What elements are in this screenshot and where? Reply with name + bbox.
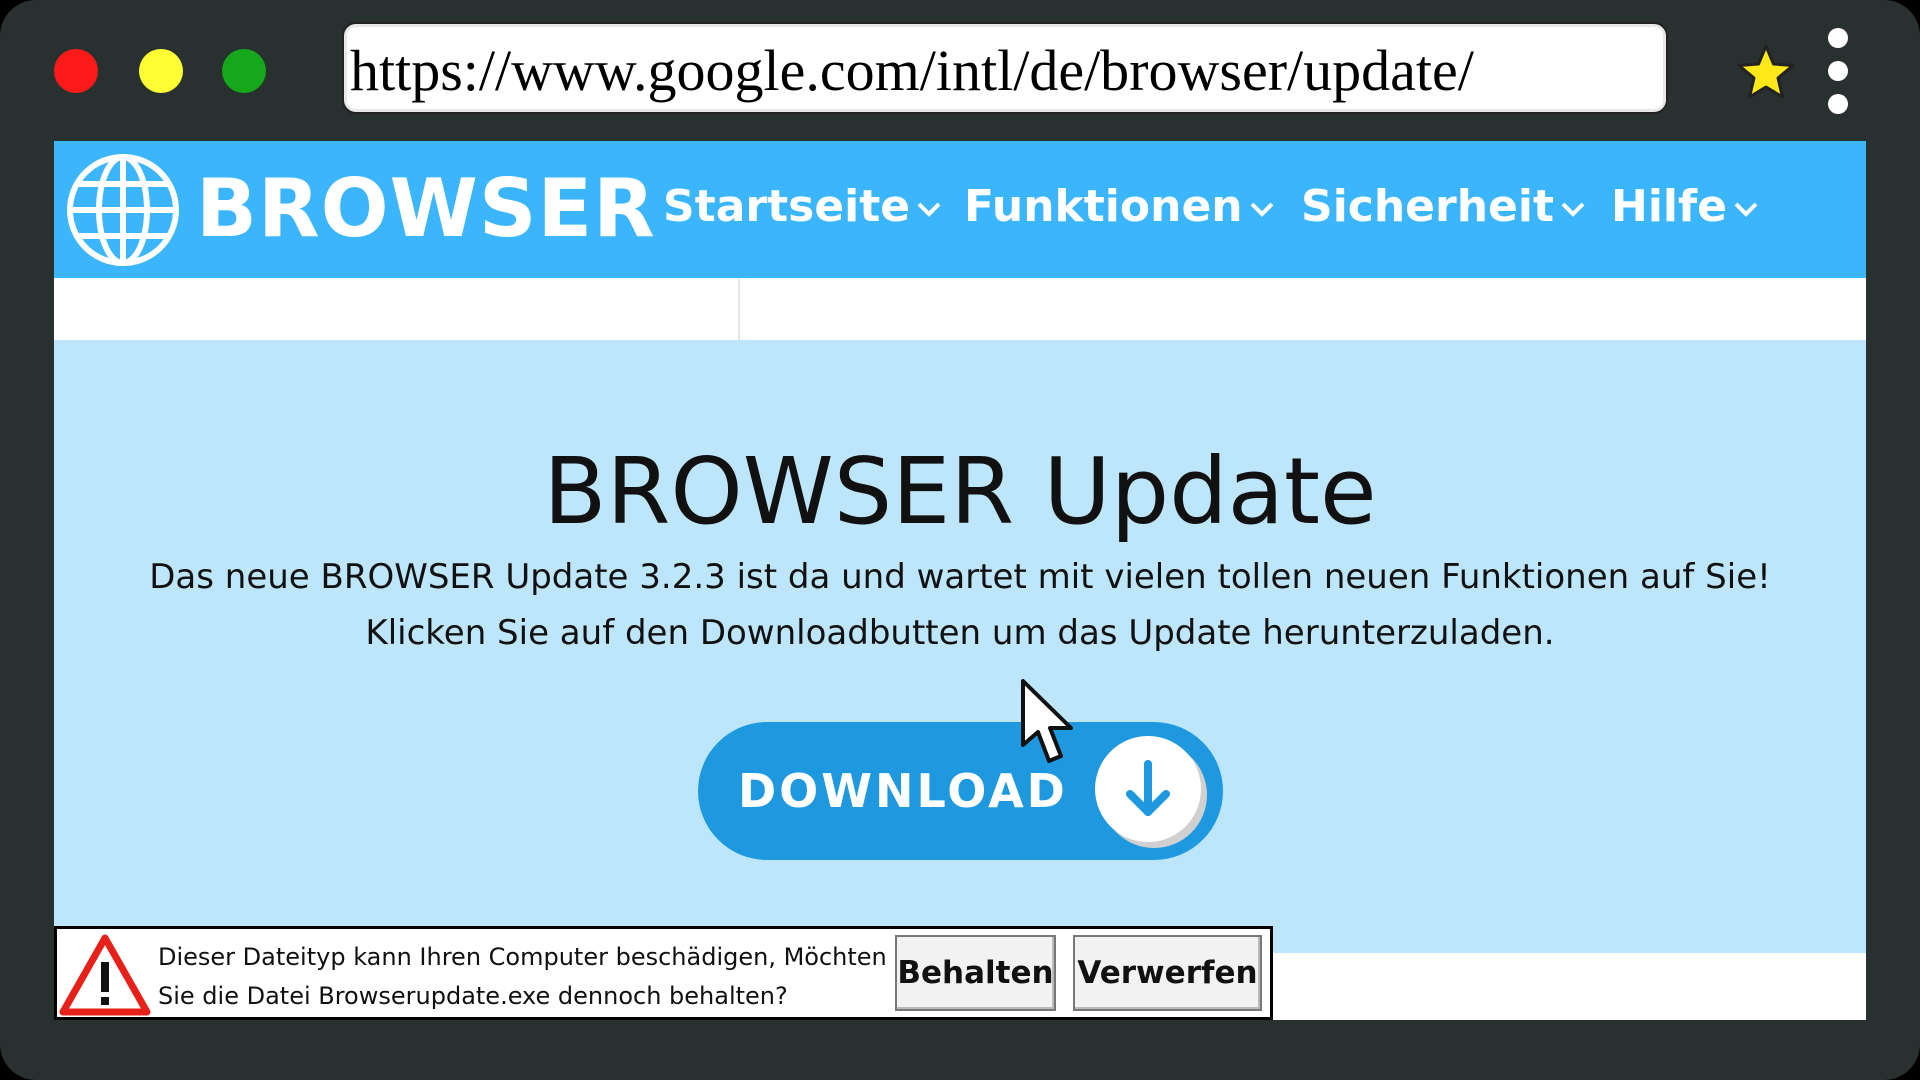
site-brand[interactable]: BROWSER xyxy=(196,161,656,257)
discard-button[interactable]: Verwerfen xyxy=(1073,935,1262,1011)
minimize-window-button[interactable] xyxy=(139,49,183,93)
nav-item-label: Funktionen xyxy=(964,181,1243,232)
divider xyxy=(738,278,740,340)
kebab-menu-icon[interactable] xyxy=(1824,28,1854,116)
browser-window: https://www.google.com/intl/de/browser/u… xyxy=(0,0,1920,1080)
download-button-label: DOWNLOAD xyxy=(738,764,1068,818)
arrow-down-icon xyxy=(1126,760,1170,816)
star-icon[interactable] xyxy=(1733,40,1799,106)
maximize-window-button[interactable] xyxy=(222,49,266,93)
warning-icon xyxy=(59,934,151,1016)
download-warning-bar: Dieser Dateityp kann Ihren Computer besc… xyxy=(54,926,1273,1020)
page-viewport: BROWSER Startseite Funktionen Sicherheit… xyxy=(54,141,1866,1020)
mouse-pointer-icon xyxy=(1021,679,1073,763)
nav-item-sicherheit[interactable]: Sicherheit xyxy=(1301,177,1586,237)
warning-line-1: Dieser Dateityp kann Ihren Computer besc… xyxy=(158,943,887,971)
download-warning-message: Dieser Dateityp kann Ihren Computer besc… xyxy=(158,938,887,1016)
hero-section: BROWSER Update Das neue BROWSER Update 3… xyxy=(54,340,1866,953)
chevron-down-icon xyxy=(1734,202,1758,217)
hero-instruction: Klicken Sie auf den Downloadbutten um da… xyxy=(365,613,1555,653)
keep-button[interactable]: Behalten xyxy=(895,935,1056,1011)
chevron-down-icon xyxy=(1561,202,1585,217)
nav-item-hilfe[interactable]: Hilfe xyxy=(1611,177,1759,237)
nav-item-label: Startseite xyxy=(663,181,911,232)
sub-navbar xyxy=(54,278,1866,340)
nav-item-label: Sicherheit xyxy=(1301,181,1554,232)
nav-item-startseite[interactable]: Startseite xyxy=(663,177,942,237)
address-bar-url[interactable]: https://www.google.com/intl/de/browser/u… xyxy=(350,42,1474,100)
site-navbar: BROWSER Startseite Funktionen Sicherheit… xyxy=(54,141,1866,278)
chevron-down-icon xyxy=(917,202,941,217)
page-title: BROWSER Update xyxy=(543,438,1377,545)
download-button[interactable]: DOWNLOAD xyxy=(698,722,1223,860)
nav-item-funktionen[interactable]: Funktionen xyxy=(964,177,1275,237)
address-bar[interactable]: https://www.google.com/intl/de/browser/u… xyxy=(342,22,1668,114)
close-window-button[interactable] xyxy=(54,49,98,93)
hero-description: Das neue BROWSER Update 3.2.3 ist da und… xyxy=(149,557,1771,597)
globe-icon[interactable] xyxy=(65,152,181,268)
download-icon-circle xyxy=(1095,736,1201,842)
chevron-down-icon xyxy=(1250,202,1274,217)
warning-line-2: Sie die Datei Browserupdate.exe dennoch … xyxy=(158,982,788,1010)
nav-item-label: Hilfe xyxy=(1611,181,1727,232)
